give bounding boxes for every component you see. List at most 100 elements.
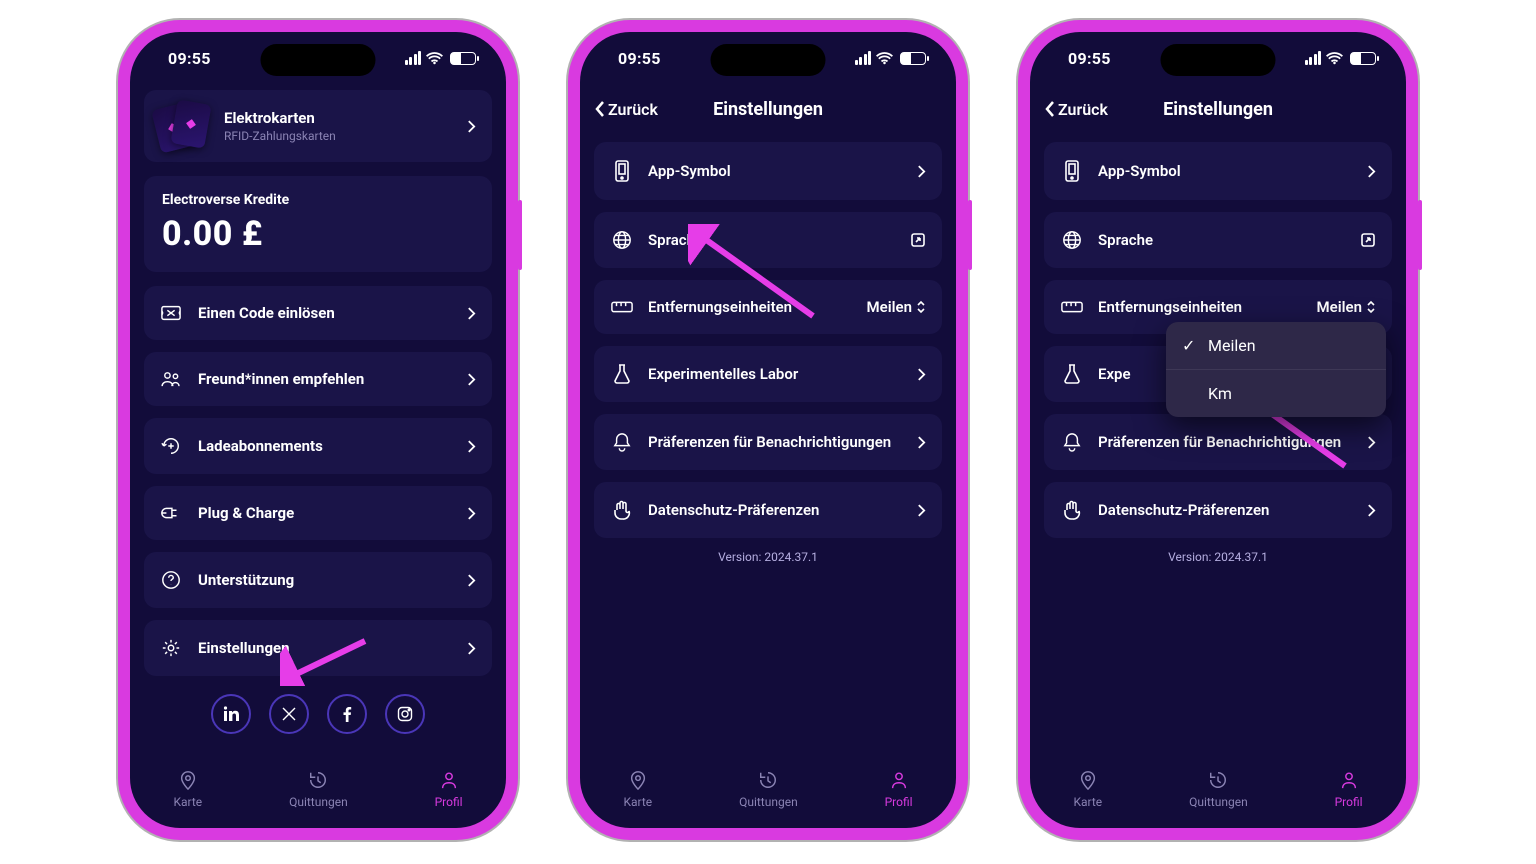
distance-value-selector[interactable]: Meilen [867, 298, 926, 316]
notif-label: Präferenzen für Benachrichtigungen [648, 433, 903, 451]
language-label: Sprache [648, 231, 896, 249]
ticket-icon [160, 305, 182, 321]
tab-bar: Karte Quittungen Profil [1030, 750, 1406, 828]
tab-profile[interactable]: Profil [885, 770, 913, 809]
chevron-left-icon [594, 100, 606, 118]
plug-icon [160, 505, 182, 521]
bell-icon [610, 432, 634, 452]
tab-bar: Karte Quittungen Profil [130, 750, 506, 828]
notch [261, 44, 376, 76]
phone-2: 09:55 Zurück Einstellungen App-Symbol [568, 20, 968, 840]
settings-content: Zurück Einstellungen App-Symbol Sprache [580, 84, 956, 750]
distance-value-selector[interactable]: Meilen [1317, 298, 1376, 316]
app-icon-label: App-Symbol [648, 162, 903, 180]
credits-amount: 0.00 £ [162, 214, 474, 254]
tab-profile[interactable]: Profil [1335, 770, 1363, 809]
status-icons [1305, 51, 1377, 65]
back-button[interactable]: Zurück [1044, 90, 1108, 128]
battery-icon [450, 52, 476, 65]
status-time: 09:55 [618, 49, 661, 68]
chevron-right-icon [1367, 435, 1376, 450]
back-button[interactable]: Zurück [594, 90, 658, 128]
option-label: Km [1208, 384, 1232, 403]
settings-content: Zurück Einstellungen App-Symbol Sprache [1030, 84, 1406, 750]
option-label: Meilen [1208, 336, 1256, 355]
subscriptions-label: Ladeabonnements [198, 437, 451, 455]
plug-charge-item[interactable]: Plug & Charge [144, 486, 492, 540]
updown-icon [916, 300, 926, 314]
linkedin-icon [223, 706, 239, 722]
map-pin-icon [178, 770, 198, 790]
bell-icon [1060, 432, 1084, 452]
tab-map-label: Karte [173, 795, 202, 809]
chevron-right-icon [467, 372, 476, 387]
distance-value: Meilen [867, 298, 912, 316]
notification-prefs-item[interactable]: Präferenzen für Benachrichtigungen [1044, 414, 1392, 470]
wifi-icon [426, 52, 443, 65]
tab-profile-label: Profil [435, 795, 463, 809]
social-row [144, 694, 492, 734]
x-button[interactable] [269, 694, 309, 734]
globe-icon [1060, 230, 1084, 250]
tab-map-label: Karte [623, 795, 652, 809]
instagram-button[interactable] [385, 694, 425, 734]
wifi-icon [1326, 52, 1343, 65]
language-item[interactable]: Sprache [1044, 212, 1392, 268]
back-label: Zurück [608, 100, 658, 119]
dropdown-option-km[interactable]: Km [1166, 370, 1386, 417]
elektrokarten-title: Elektrokarten [224, 109, 453, 127]
subscriptions-item[interactable]: Ladeabonnements [144, 418, 492, 474]
tab-receipts[interactable]: Quittungen [289, 770, 348, 809]
tab-profile-label: Profil [885, 795, 913, 809]
x-icon [281, 706, 297, 722]
privacy-prefs-item[interactable]: Datenschutz-Präferenzen [1044, 482, 1392, 538]
settings-item[interactable]: Einstellungen [144, 620, 492, 676]
notch [1161, 44, 1276, 76]
distance-units-item[interactable]: Entfernungseinheiten Meilen [594, 280, 942, 334]
tab-profile[interactable]: Profil [435, 770, 463, 809]
support-item[interactable]: Unterstützung [144, 552, 492, 608]
hand-icon [610, 500, 634, 520]
person-icon [889, 770, 909, 790]
tab-receipts[interactable]: Quittungen [739, 770, 798, 809]
chevron-right-icon [1367, 503, 1376, 518]
refer-friends-item[interactable]: Freund*innen empfehlen [144, 352, 492, 406]
facebook-button[interactable] [327, 694, 367, 734]
language-item[interactable]: Sprache [594, 212, 942, 268]
notification-prefs-item[interactable]: Präferenzen für Benachrichtigungen [594, 414, 942, 470]
tab-profile-label: Profil [1335, 795, 1363, 809]
tab-map[interactable]: Karte [623, 770, 652, 809]
phone-icon [610, 160, 634, 182]
privacy-label: Datenschutz-Präferenzen [1098, 501, 1353, 519]
redeem-code-item[interactable]: Einen Code einlösen [144, 286, 492, 340]
phone-3: 09:55 Zurück Einstellungen App-Symbol [1018, 20, 1418, 840]
privacy-prefs-item[interactable]: Datenschutz-Präferenzen [594, 482, 942, 538]
dropdown-option-miles[interactable]: ✓ Meilen [1166, 322, 1386, 370]
tab-receipts[interactable]: Quittungen [1189, 770, 1248, 809]
page-title: Einstellungen [713, 99, 823, 120]
linkedin-button[interactable] [211, 694, 251, 734]
updown-icon [1366, 300, 1376, 314]
status-time: 09:55 [168, 49, 211, 68]
app-icon-item[interactable]: App-Symbol [1044, 142, 1392, 200]
history-icon [308, 770, 328, 790]
person-icon [1339, 770, 1359, 790]
elektrokarten-card[interactable]: Elektrokarten RFID-Zahlungskarten [144, 90, 492, 162]
screen-settings-dropdown: 09:55 Zurück Einstellungen App-Symbol [1030, 32, 1406, 828]
language-label: Sprache [1098, 231, 1346, 249]
tab-map[interactable]: Karte [173, 770, 202, 809]
version-text: Version: 2024.37.1 [1044, 550, 1392, 564]
tab-receipts-label: Quittungen [289, 795, 348, 809]
distance-label: Entfernungseinheiten [1098, 298, 1303, 316]
history-icon [758, 770, 778, 790]
battery-icon [1350, 52, 1376, 65]
external-link-icon [910, 232, 926, 248]
profile-content: Elektrokarten RFID-Zahlungskarten Electr… [130, 84, 506, 750]
distance-label: Entfernungseinheiten [648, 298, 853, 316]
chevron-right-icon [467, 573, 476, 588]
notch [711, 44, 826, 76]
experimental-lab-item[interactable]: Experimentelles Labor [594, 346, 942, 402]
plug-label: Plug & Charge [198, 504, 451, 522]
app-icon-item[interactable]: App-Symbol [594, 142, 942, 200]
tab-map[interactable]: Karte [1073, 770, 1102, 809]
